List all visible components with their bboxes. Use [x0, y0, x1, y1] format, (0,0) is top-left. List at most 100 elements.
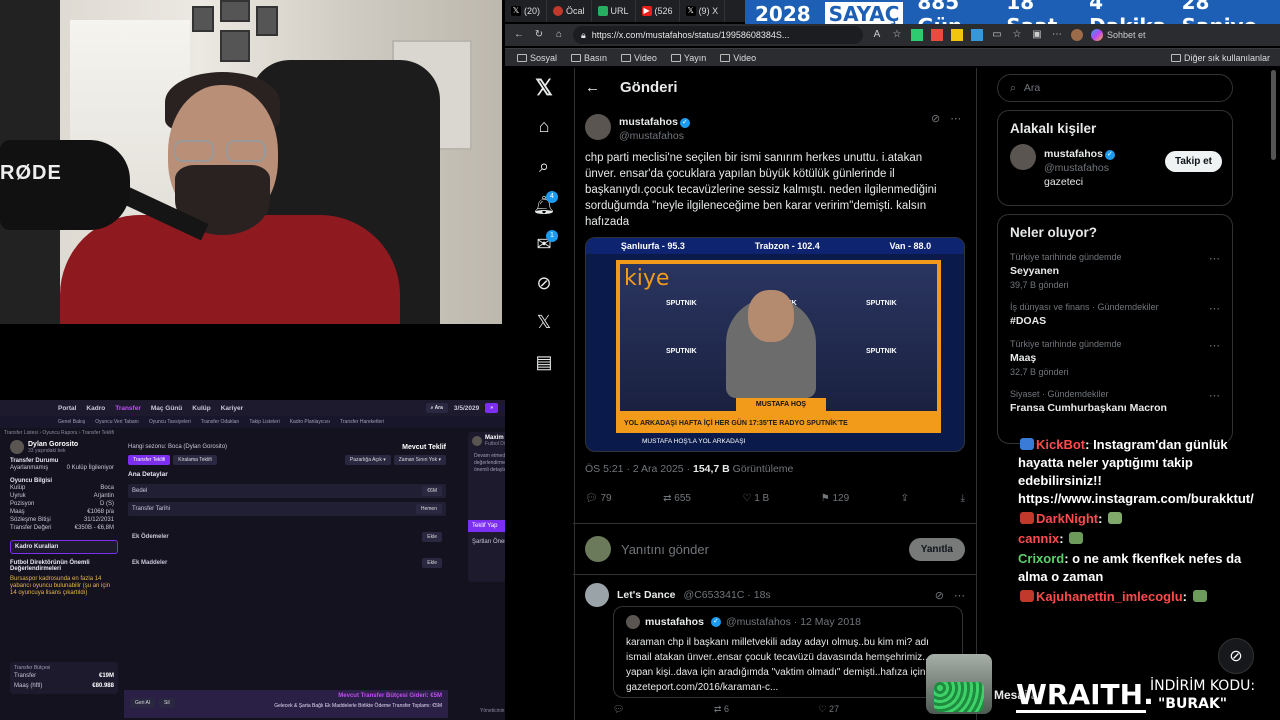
post-author[interactable]: mustafahos ✓ @mustafahos	[585, 112, 690, 142]
bookmark-folder[interactable]: Basın	[571, 53, 607, 63]
x-logo-icon[interactable]: 𝕏	[532, 76, 556, 100]
subnav-item[interactable]: Transfer Hareketleri	[340, 419, 384, 425]
search-icon[interactable]: ⌕	[532, 154, 556, 178]
related-name[interactable]: mustafahos	[1044, 148, 1103, 160]
profile-avatar[interactable]	[1071, 29, 1083, 41]
reply-input[interactable]: Yanıtını gönder	[621, 542, 899, 557]
url-field[interactable]: 🔒︎ https://x.com/mustafahos/status/19958…	[573, 26, 863, 44]
browser-tab[interactable]: URL	[592, 0, 636, 22]
nav-kariyer[interactable]: Kariyer	[221, 405, 243, 412]
more-icon[interactable]: ⋯	[1209, 252, 1220, 265]
trend-item[interactable]: İş dünyası ve finans · Gündemdekiler #DO…	[998, 296, 1232, 333]
like-action[interactable]: ♡ 1 B	[742, 493, 769, 504]
undo-button[interactable]: Geri Al	[130, 698, 156, 708]
game-search-button[interactable]: ⌕ Ara	[425, 403, 448, 413]
like-action[interactable]: ♡ 27	[818, 704, 839, 715]
subnav-item[interactable]: Kadro Planlayıcısı	[290, 419, 330, 425]
bookmark-action[interactable]: ⚑ 129	[821, 493, 849, 504]
extra-clauses-add[interactable]: Ekle	[422, 558, 442, 568]
squad-rules-button[interactable]: Kadro Kuralları	[10, 540, 118, 554]
grok-icon[interactable]: ⊘	[935, 589, 944, 602]
extension-icon[interactable]	[931, 29, 943, 41]
tab-transfer-offer[interactable]: Transfer Teklifi	[128, 455, 171, 465]
other-bookmarks[interactable]: Diğer sık kullanılanlar	[1170, 53, 1270, 63]
grok-icon[interactable]: ⊘	[532, 271, 556, 295]
post-media-video[interactable]: Şanlıurfa - 95.3 Trabzon - 102.4 Van - 88.…	[585, 237, 965, 452]
transfer-date-value[interactable]: Hemen	[415, 504, 442, 514]
lists-icon[interactable]: ▤	[532, 350, 556, 374]
grok-float-icon[interactable]: ⊘	[1218, 638, 1254, 674]
subnav-item[interactable]: Transfer Odakları	[201, 419, 240, 425]
more-icon[interactable]: ⋯	[954, 589, 965, 602]
more-icon[interactable]: ⋯	[1209, 389, 1220, 402]
browser-tab[interactable]: 𝕏 (20)	[505, 0, 548, 22]
refresh-icon[interactable]: ↻	[533, 29, 545, 41]
subnav-item[interactable]: Takip Listeleri	[249, 419, 279, 425]
nav-transfer[interactable]: Transfer	[115, 405, 141, 412]
browser-tab[interactable]: 𝕏 (9) X	[680, 0, 726, 22]
reply-action[interactable]: 💬︎ 79	[585, 493, 612, 504]
extension-icon[interactable]	[911, 29, 923, 41]
related-avatar[interactable]	[1010, 144, 1036, 170]
related-handle[interactable]: @mustafahos	[1044, 162, 1115, 174]
back-icon[interactable]: ←	[513, 29, 525, 41]
more-icon[interactable]: ⋯	[1209, 302, 1220, 315]
extension-icon[interactable]	[971, 29, 983, 41]
fee-value[interactable]: €6M	[422, 486, 442, 496]
extra-payments-add[interactable]: Ekle	[422, 532, 442, 542]
game-continue-button[interactable]: »	[485, 403, 498, 413]
collections-icon[interactable]: ▣	[1031, 29, 1043, 41]
subnav-item[interactable]: Oyuncu Tavsiyeleri	[149, 419, 191, 425]
bookmark-folder[interactable]: Video	[621, 53, 657, 63]
nav-kulup[interactable]: Kulüp	[192, 405, 210, 412]
more-icon[interactable]: ⋯	[950, 112, 961, 125]
nav-mac-gunu[interactable]: Maç Günü	[151, 405, 182, 412]
browser-tab[interactable]: Öcal	[547, 0, 592, 22]
reply-author-handle[interactable]: @C653341C · 18s	[684, 589, 771, 601]
more-icon[interactable]: ⋯	[1051, 29, 1063, 41]
scrollbar[interactable]	[1271, 70, 1276, 160]
subnav-item[interactable]: Genel Bakış	[58, 419, 85, 425]
grok-icon[interactable]: ⊘	[931, 112, 940, 125]
subnav-item[interactable]: Oyuncu Veri Tabanı	[95, 419, 139, 425]
trend-item[interactable]: Türkiye tarihinde gündemde Seyyanen 39,7…	[998, 246, 1232, 296]
copilot-button[interactable]: Sohbet et	[1091, 29, 1146, 41]
tab-loan-offer[interactable]: Kiralama Teklifi	[173, 455, 217, 465]
more-icon[interactable]: ⋯	[1209, 339, 1220, 352]
search-input[interactable]: ⌕ Ara	[997, 74, 1233, 102]
bookmark-folder[interactable]: Yayın	[670, 53, 706, 63]
split-icon[interactable]: ▭	[991, 29, 1003, 41]
bookmark-folder[interactable]: Sosyal	[517, 53, 557, 63]
author-handle[interactable]: @mustafahos	[619, 130, 690, 142]
home-icon[interactable]: ⌂	[553, 29, 565, 41]
delete-button[interactable]: Sil	[159, 698, 175, 708]
reply-author-name[interactable]: Let's Dance	[617, 589, 676, 601]
download-icon[interactable]: ⤓	[961, 493, 965, 504]
trend-item[interactable]: Siyaset · Gündemdekiler Fransa Cumhurbaş…	[998, 383, 1232, 420]
home-icon[interactable]: ⌂	[532, 114, 556, 138]
negotiate-dropdown[interactable]: Pazarlığa Açık ▾	[344, 455, 391, 465]
browser-tab[interactable]: ▶ (526	[636, 0, 680, 22]
limit-dropdown[interactable]: Zaman Sınırı Yok ▾	[393, 455, 446, 465]
repost-action[interactable]: ⇄ 655	[663, 493, 691, 504]
x-premium-icon[interactable]: 𝕏	[532, 310, 556, 334]
reply-action[interactable]: 💬︎	[613, 704, 624, 715]
favorites-icon[interactable]: ☆	[1011, 29, 1023, 41]
star-icon[interactable]: ☆	[891, 29, 903, 41]
share-icon[interactable]: ⇪	[901, 493, 909, 504]
reply-button[interactable]: Yanıtla	[908, 537, 965, 561]
follow-button[interactable]: Takip et	[1164, 151, 1222, 172]
author-avatar[interactable]	[585, 114, 611, 140]
extension-icon[interactable]	[951, 29, 963, 41]
quoted-tweet[interactable]: mustafahos ✓ @mustafahos · 12 May 2018 k…	[613, 606, 963, 698]
reply-avatar[interactable]	[585, 583, 609, 607]
trend-item[interactable]: Türkiye tarihinde gündemde Maaş 32,7 B g…	[998, 333, 1232, 383]
author-name[interactable]: mustafahos	[619, 116, 678, 128]
bookmark-folder[interactable]: Video	[720, 53, 756, 63]
post-time[interactable]: ÖS 5:21 · 2 Ara 2025 ·	[585, 463, 693, 475]
back-arrow-icon[interactable]: ←	[585, 79, 600, 96]
repost-action[interactable]: ⇄ 6	[714, 704, 729, 715]
reader-icon[interactable]: A	[871, 29, 883, 41]
nav-portal[interactable]: Portal	[58, 405, 76, 412]
nav-kadro[interactable]: Kadro	[86, 405, 105, 412]
